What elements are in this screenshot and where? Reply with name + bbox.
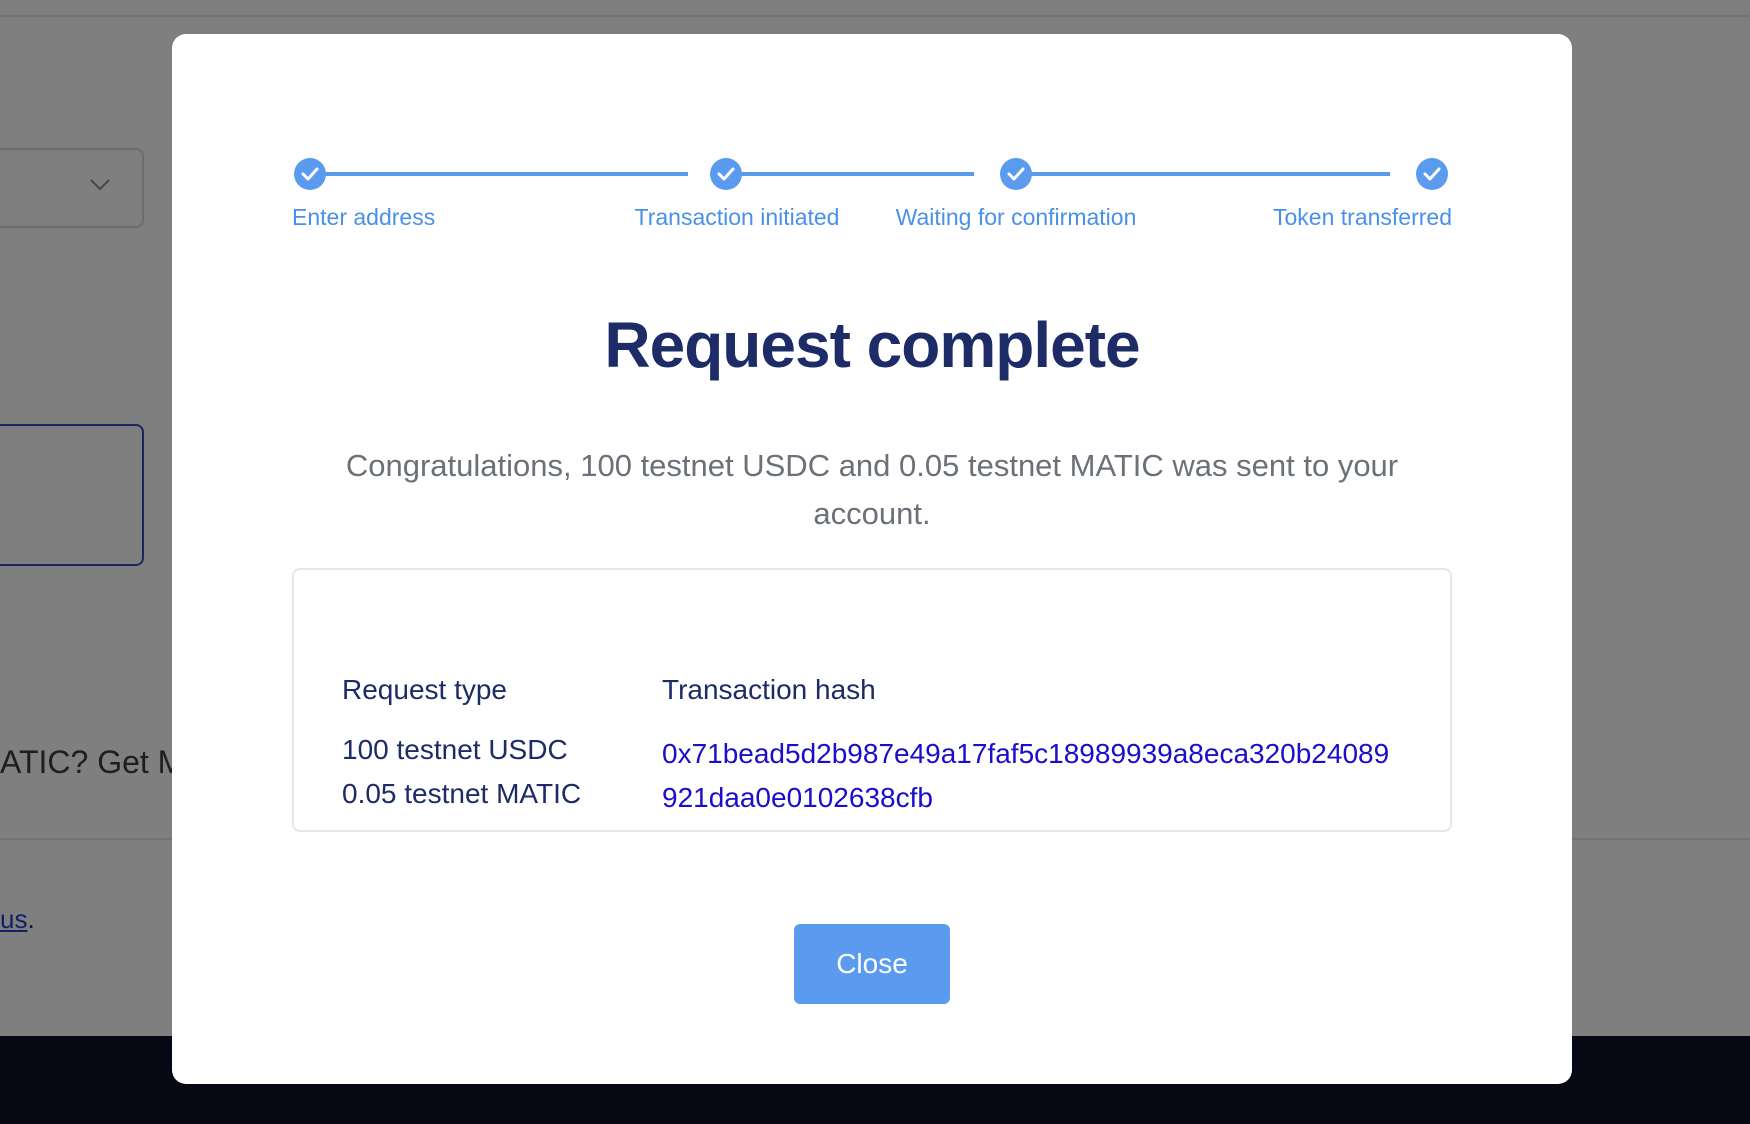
step-label-transaction-initiated: Transaction initiated (634, 204, 840, 230)
step-1-check-icon (294, 158, 326, 190)
success-message: Congratulations, 100 testnet USDC and 0.… (345, 448, 1399, 531)
step-label-enter-address: Enter address (292, 204, 436, 230)
step-connector (298, 172, 688, 176)
step-label-waiting-confirmation: Waiting for confirmation (895, 204, 1137, 230)
close-button[interactable]: Close (794, 924, 950, 1004)
progress-stepper: Enter address Transaction initiated Wait… (172, 34, 1572, 254)
step-label-token-transferred: Token transferred (1273, 204, 1452, 230)
step-connector (1004, 172, 1390, 176)
step-4-check-icon (1416, 158, 1448, 190)
step-2-check-icon (710, 158, 742, 190)
transaction-details-box: Request type Transaction hash 100 testne… (292, 568, 1452, 832)
request-complete-modal: Enter address Transaction initiated Wait… (172, 34, 1572, 1084)
column-header-request-type: Request type (342, 674, 507, 705)
transaction-hash-link[interactable]: 0x71bead5d2b987e49a17faf5c18989939a8eca3… (662, 732, 1402, 820)
request-type-usdc: 100 testnet USDC (342, 734, 568, 765)
modal-title: Request complete (604, 309, 1140, 381)
request-type-matic: 0.05 testnet MATIC (342, 778, 582, 809)
step-connector (714, 172, 974, 176)
step-3-check-icon (1000, 158, 1032, 190)
column-header-transaction-hash: Transaction hash (662, 674, 876, 705)
